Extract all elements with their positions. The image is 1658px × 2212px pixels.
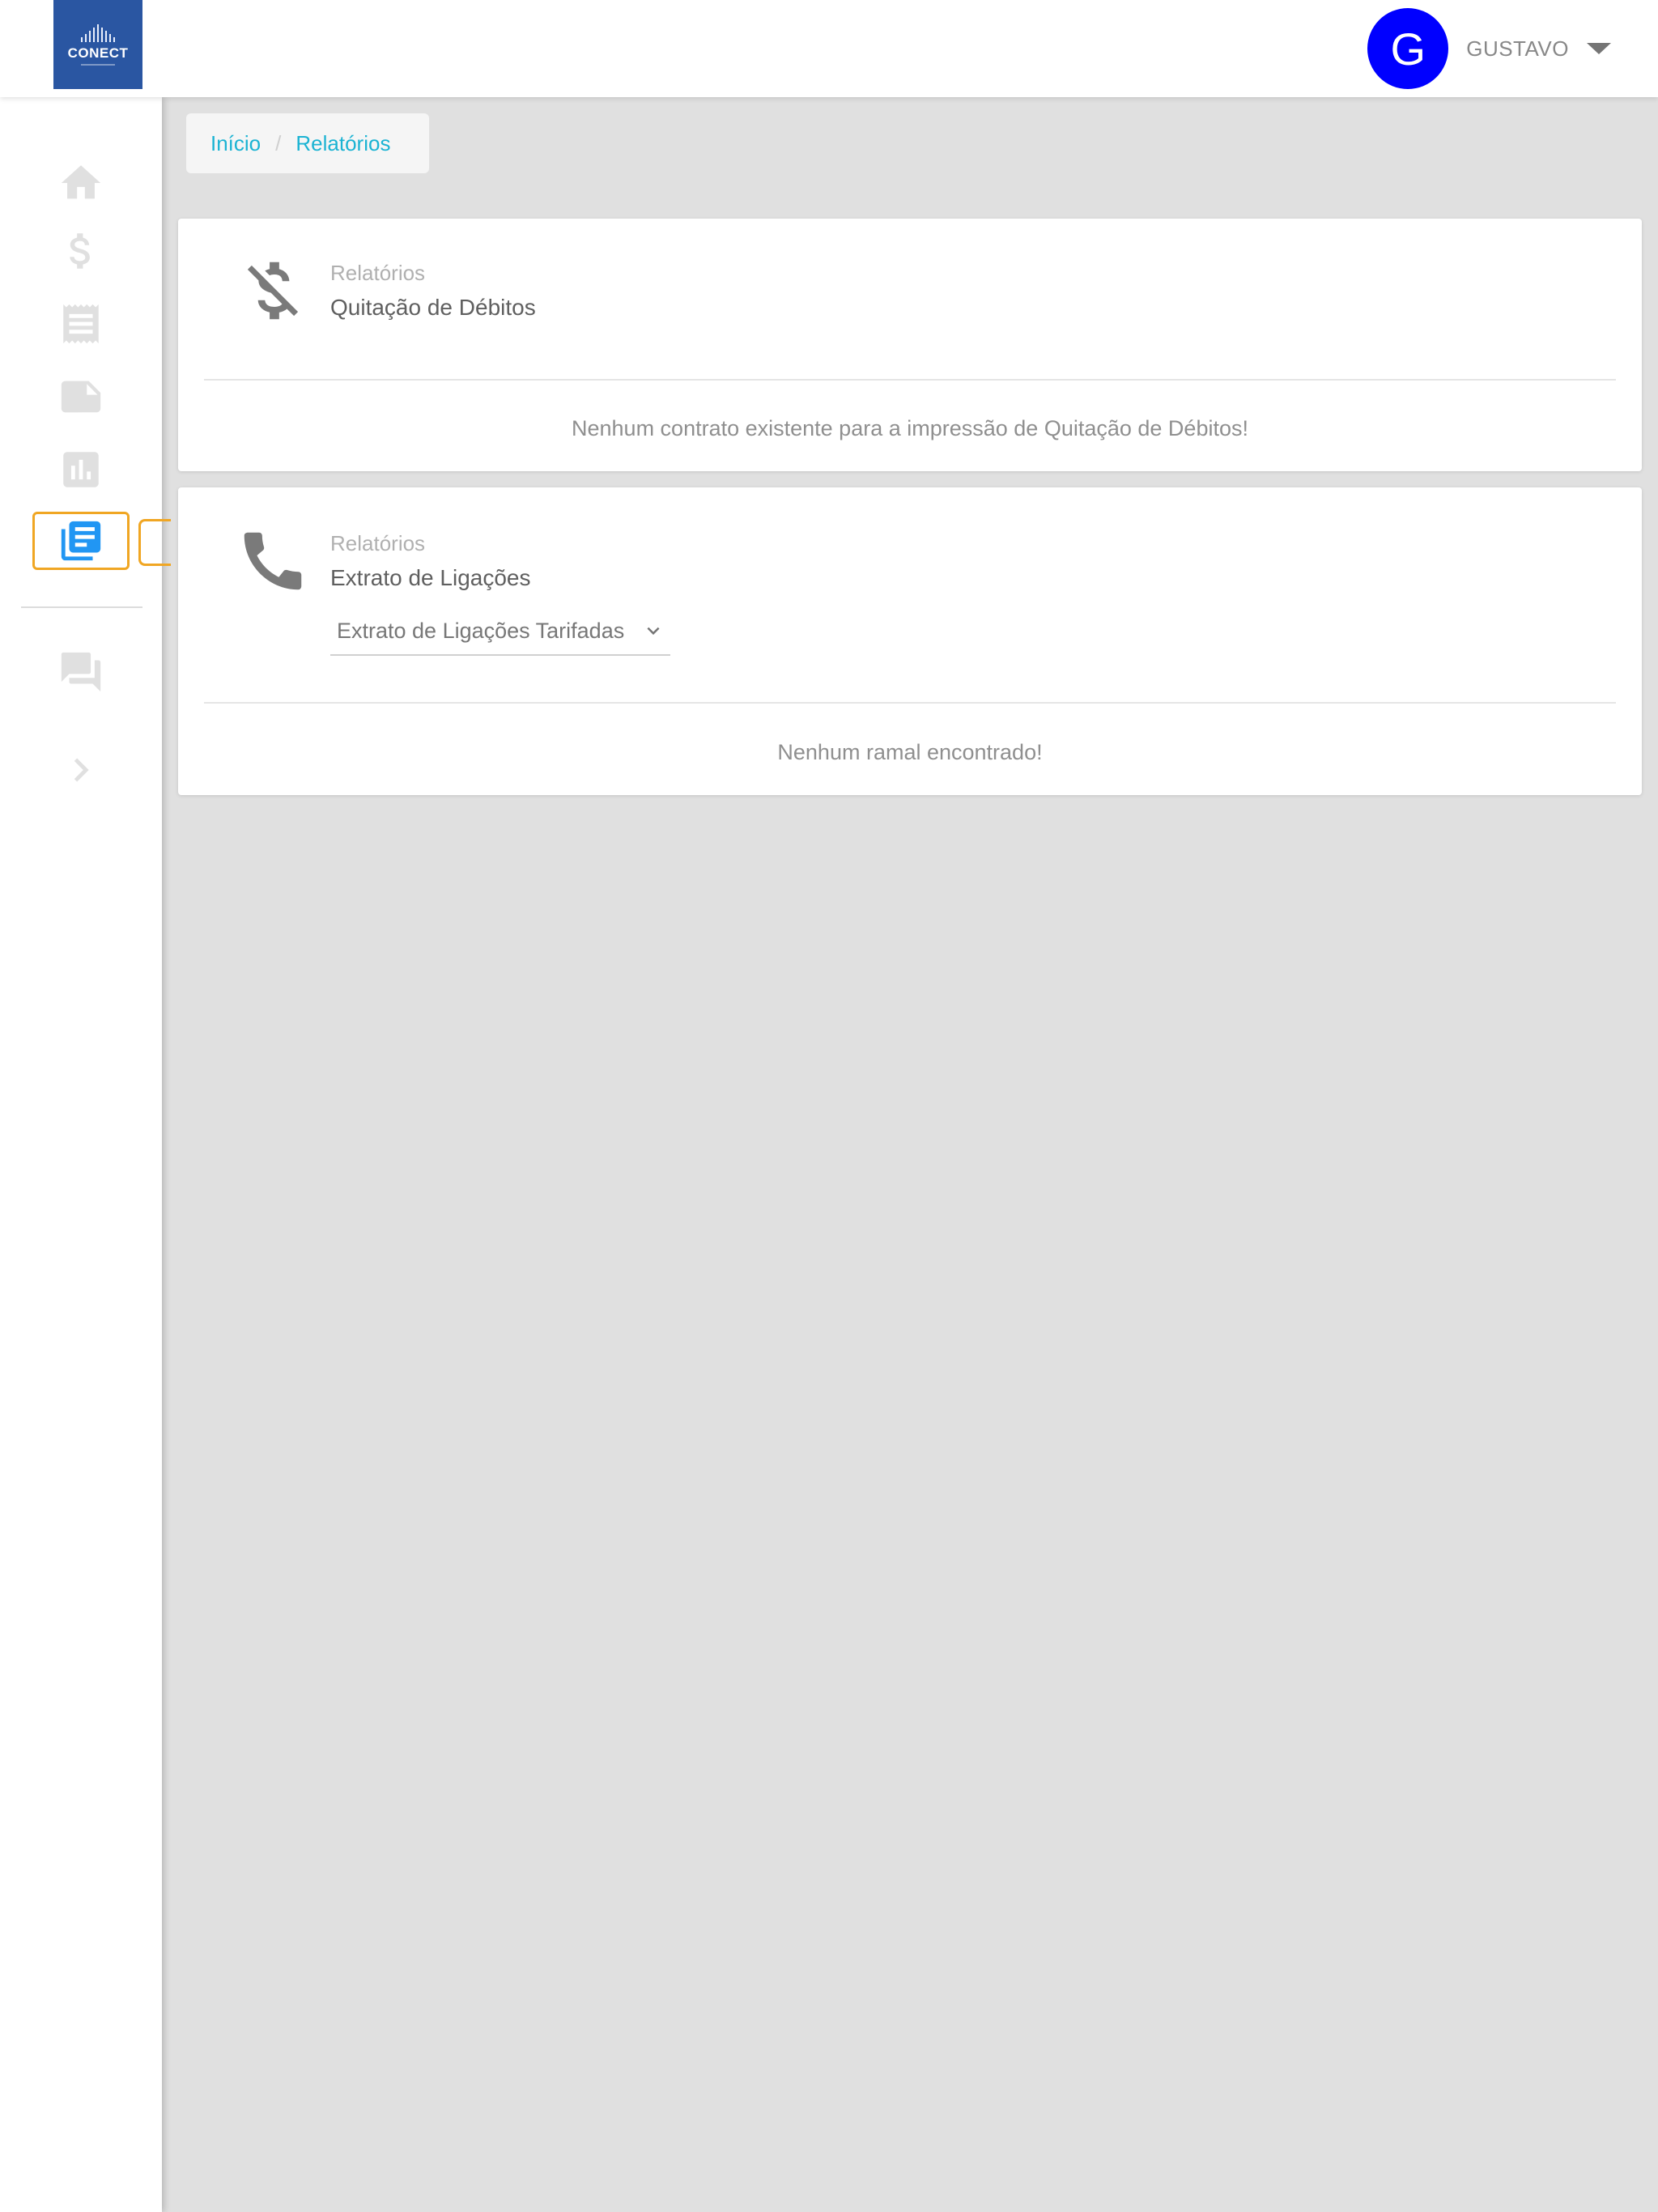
report-type-select[interactable]: Extrato de Ligações Tarifadas (330, 607, 670, 656)
reports-icon (61, 521, 101, 561)
debts-report-card: Relatórios Quitação de Débitos Nenhum co… (178, 219, 1642, 471)
chevron-right-icon (74, 758, 89, 782)
debts-card-title: Quitação de Débitos (330, 295, 536, 320)
logo-text: CONECT (67, 45, 129, 61)
sidebar-item-faturas[interactable] (32, 295, 130, 353)
forum-icon (61, 652, 101, 692)
calls-card-subtitle: Relatórios (330, 531, 426, 555)
phone-icon (244, 532, 302, 590)
money-off-icon (247, 262, 299, 320)
top-bar: CONECT G GUSTAVO (0, 0, 1658, 97)
sidebar-item-relatorios[interactable] (32, 512, 130, 570)
calls-report-card: Relatórios Extrato de Ligações Extrato d… (178, 487, 1642, 795)
caret-down-icon[interactable] (1587, 43, 1611, 54)
user-menu[interactable]: G GUSTAVO (1367, 8, 1611, 89)
avatar[interactable]: G (1367, 8, 1449, 89)
sidebar-item-graficos[interactable] (32, 440, 130, 499)
breadcrumb: Início / Relatórios (186, 113, 429, 173)
calls-empty-message: Nenhum ramal encontrado! (777, 740, 1043, 764)
brand-logo[interactable]: CONECT (53, 0, 142, 89)
sidebar (0, 97, 171, 2212)
sidebar-item-home[interactable] (32, 154, 130, 212)
calls-card-title: Extrato de Ligações (330, 565, 531, 590)
chevron-down-icon (647, 627, 660, 635)
active-indicator (138, 519, 171, 566)
breadcrumb-separator: / (275, 130, 282, 155)
logo-bars-icon (81, 23, 115, 42)
note-icon (61, 381, 101, 413)
dollar-icon (70, 233, 90, 269)
sidebar-expand-button[interactable] (32, 741, 130, 799)
home-icon (61, 165, 101, 199)
logo-underline (81, 63, 115, 66)
bar-chart-icon (63, 452, 99, 487)
sidebar-item-mensagens[interactable] (32, 643, 130, 701)
breadcrumb-current-link[interactable]: Relatórios (295, 131, 390, 156)
breadcrumb-home-link[interactable]: Início (210, 131, 261, 156)
user-name[interactable]: GUSTAVO (1466, 36, 1569, 62)
sidebar-divider (21, 606, 142, 608)
sidebar-item-financeiro[interactable] (32, 222, 130, 280)
debts-empty-message: Nenhum contrato existente para a impress… (572, 416, 1248, 440)
report-type-select-value: Extrato de Ligações Tarifadas (337, 618, 625, 643)
debts-card-divider (204, 379, 1616, 381)
debts-card-subtitle: Relatórios (330, 261, 426, 285)
receipt-icon (63, 304, 99, 344)
calls-card-divider (204, 702, 1616, 704)
sidebar-item-notas[interactable] (32, 368, 130, 426)
